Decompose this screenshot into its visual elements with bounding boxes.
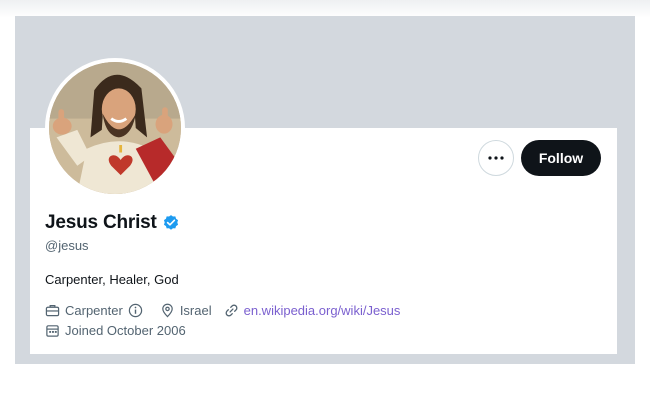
- display-name: Jesus Christ: [45, 212, 157, 233]
- joined-item: Joined October 2006: [45, 323, 186, 338]
- follow-button[interactable]: Follow: [521, 140, 601, 176]
- link-icon: [225, 304, 238, 317]
- joined-label: Joined October 2006: [65, 323, 186, 338]
- profession-item: Carpenter: [45, 303, 148, 318]
- more-dots-icon: [488, 156, 504, 160]
- location-pin-icon: [162, 303, 173, 318]
- profile-joined-row: Joined October 2006: [45, 323, 198, 338]
- avatar-image: [49, 62, 181, 194]
- verified-badge-icon[interactable]: [162, 214, 180, 232]
- briefcase-icon: [45, 305, 60, 317]
- profession-label: Carpenter: [65, 303, 123, 318]
- profile-meta-row: Carpenter Israel en.wikipedia.org/wiki/J…: [45, 303, 412, 318]
- profile-bio: Carpenter, Healer, God: [45, 272, 179, 287]
- location-label: Israel: [179, 303, 212, 318]
- website-item[interactable]: en.wikipedia.org/wiki/Jesus: [224, 303, 401, 318]
- calendar-icon: [46, 325, 59, 337]
- profile-avatar[interactable]: [45, 58, 185, 198]
- website-link[interactable]: en.wikipedia.org/wiki/Jesus: [244, 303, 401, 318]
- more-options-button[interactable]: [478, 140, 514, 176]
- name-row: Jesus Christ: [45, 212, 180, 234]
- user-handle: @jesus: [45, 238, 89, 253]
- location-item: Israel: [160, 303, 212, 318]
- info-icon[interactable]: [128, 303, 143, 318]
